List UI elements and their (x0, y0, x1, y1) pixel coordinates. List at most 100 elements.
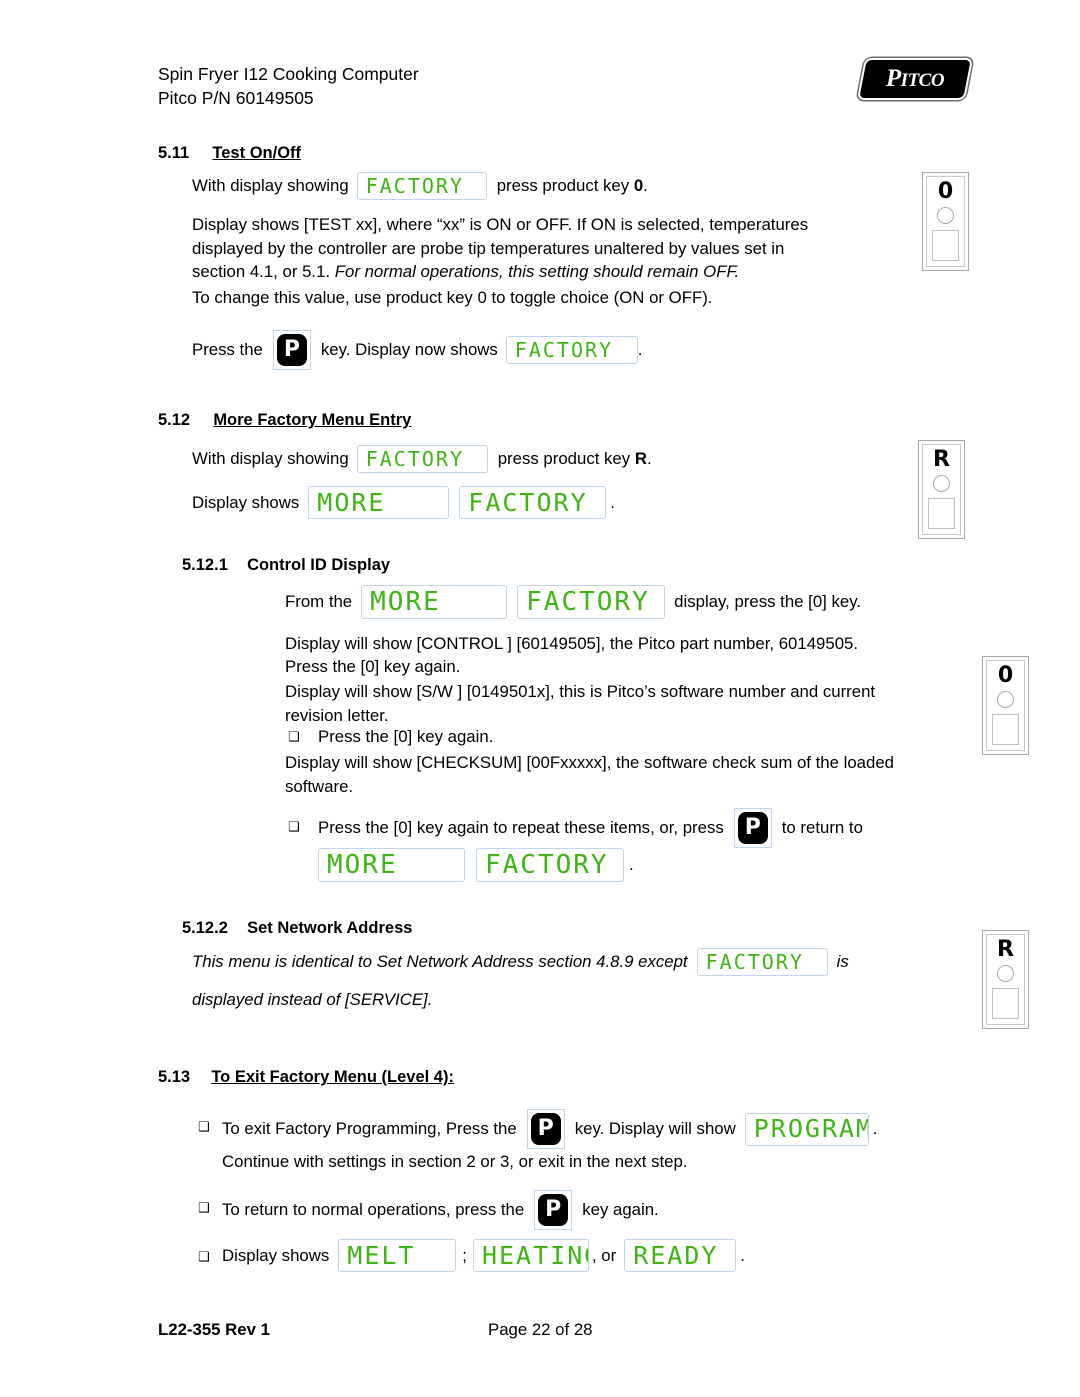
footer-document-id: L22-355 Rev 1 (158, 1320, 270, 1339)
footer-page-number: Page 22 of 28 (488, 1320, 593, 1339)
document-page: Spin Fryer I12 Cooking Computer Pitco P/… (0, 0, 1080, 1397)
led-display-more: MORE (361, 585, 508, 619)
p-key-button[interactable]: P (534, 1190, 573, 1230)
heading-5-13: 5.13 To Exit Factory Menu (Level 4): (158, 1068, 454, 1087)
heading-5-13-title: To Exit Factory Menu (Level 4): (211, 1068, 454, 1086)
bullet-icon: ❑ (198, 1120, 210, 1135)
product-key-illustration-0[interactable]: 0 (982, 656, 1029, 755)
s513-paragraph-1: Continue with settings in section 2 or 3… (222, 1152, 688, 1171)
s513-bullet-3: Display shows MELT ; HEATING , or READY … (222, 1239, 745, 1272)
s5121-bullet-1-text: Press the [0] key again. (318, 727, 494, 746)
product-key-illustration-r[interactable]: R (918, 440, 965, 539)
bullet-icon: ❑ (198, 1201, 210, 1216)
p-key-button[interactable]: P (272, 330, 311, 370)
led-display-factory: FACTORY (505, 336, 638, 364)
p-key-label: P (276, 334, 307, 366)
product-key-led-icon (933, 475, 950, 492)
led-display-factory: FACTORY (459, 486, 607, 519)
s511-p4-mid: key. Display now shows (320, 340, 498, 359)
product-key-inner: 0 (986, 660, 1025, 751)
heading-5-12-title: More Factory Menu Entry (213, 411, 412, 429)
s5121-p6-after: . (629, 855, 634, 874)
s5121-paragraph-1: From the MORE FACTORY display, press the… (285, 585, 861, 619)
product-key-slot (932, 230, 959, 261)
led-display-factory: FACTORY (696, 948, 828, 976)
s5122-p1-before: This menu is identical to Set Network Ad… (192, 952, 688, 971)
product-key-label: R (997, 937, 1014, 962)
p-key-label: P (538, 1194, 569, 1226)
p-key-label: P (737, 812, 768, 844)
s5121-paragraph-2: Display will show [CONTROL ] [60149505],… (285, 634, 859, 653)
bullet-icon: ❑ (288, 730, 300, 745)
s513-bullet-1: To exit Factory Programming, Press the P… (222, 1109, 877, 1149)
s512-paragraph-1: With display showing FACTORY press produ… (192, 445, 652, 473)
s5121-b2-after: to return to (781, 818, 863, 837)
product-key-illustration-0[interactable]: 0 (922, 172, 969, 271)
led-display-factory: FACTORY (476, 848, 624, 882)
product-key-inner: 0 (926, 176, 965, 267)
s5121-p1-before: From the (285, 592, 353, 611)
s512-p2-before: Display shows (192, 492, 300, 512)
s511-p2-line1: Display shows [TEST xx], where “xx” is O… (192, 215, 809, 234)
s5121-paragraph-3: Press the [0] key again. (285, 657, 461, 676)
product-key-led-icon (937, 207, 954, 224)
s511-paragraph-1: With display showing FACTORY press produ… (192, 172, 648, 200)
s5121-bullet-2: Press the [0] key again to repeat these … (318, 808, 863, 848)
s5122-p1-after: is (836, 952, 849, 971)
p-key-button[interactable]: P (733, 808, 772, 848)
led-display-factory: FACTORY (517, 585, 666, 619)
s5122-paragraph-2: displayed instead of [SERVICE]. (192, 990, 433, 1009)
led-display-factory: FACTORY (356, 172, 487, 200)
heading-5-12-2-number: 5.12.2 (182, 919, 228, 937)
s513-b3-sep1: ; (462, 1245, 467, 1265)
s511-p1-before: With display showing (192, 176, 349, 195)
s5121-paragraph-6: MORE FACTORY . (318, 848, 634, 882)
p-key-label: P (530, 1113, 561, 1145)
s511-paragraph-3: To change this value, use product key 0 … (192, 288, 713, 307)
product-key-slot (992, 988, 1019, 1019)
s512-p2-after: . (610, 492, 615, 512)
heading-5-12-2: 5.12.2 Set Network Address (182, 919, 412, 938)
s513-b2-before: To return to normal operations, press th… (222, 1200, 525, 1219)
product-key-inner: R (922, 444, 961, 535)
pitco-logo: PITCO (859, 60, 971, 98)
led-display-factory: FACTORY (356, 445, 488, 473)
s5121-p4-line2: revision letter. (285, 705, 389, 725)
led-display-program: PROGRAM (744, 1112, 869, 1146)
s511-p4-after: . (637, 340, 643, 359)
led-display-melt: MELT (338, 1239, 457, 1272)
product-key-inner: R (986, 934, 1025, 1025)
p-key-button[interactable]: P (526, 1109, 565, 1149)
s511-p1-after: press product key 0. (496, 176, 648, 195)
s5121-p5-line2: software. (285, 776, 354, 796)
s511-paragraph-2: Display shows [TEST xx], where “xx” is O… (192, 213, 808, 284)
s512-p1-before: With display showing (192, 449, 349, 468)
document-header: Spin Fryer I12 Cooking Computer Pitco P/… (158, 62, 419, 110)
s5121-paragraph-4: Display will show [S/W ] [0149501x], thi… (285, 680, 875, 727)
product-key-illustration-r[interactable]: R (982, 930, 1029, 1029)
heading-5-12-1-number: 5.12.1 (182, 556, 228, 574)
product-key-led-icon (997, 965, 1014, 982)
s5121-b2-before: Press the [0] key again to repeat these … (318, 818, 724, 837)
s511-p2-line2: displayed by the controller are probe ti… (192, 238, 785, 258)
bullet-icon: ❑ (198, 1250, 210, 1265)
led-display-more: MORE (318, 848, 465, 882)
s5122-paragraph-1: This menu is identical to Set Network Ad… (192, 948, 849, 976)
s513-b1-before: To exit Factory Programming, Press the (222, 1119, 517, 1138)
s512-paragraph-2: Display shows MORE FACTORY . (192, 486, 615, 519)
product-key-label: R (933, 447, 950, 472)
s511-paragraph-4: Press the P key. Display now shows FACTO… (192, 330, 642, 370)
s511-p2-line3: section 4.1, or 5.1. For normal operatio… (192, 262, 740, 281)
product-key-slot (928, 498, 955, 529)
s513-b3-sep2: , or (591, 1245, 617, 1265)
s513-bullet-2: To return to normal operations, press th… (222, 1190, 659, 1230)
s512-p1-after: press product key R. (497, 449, 652, 468)
heading-5-12-number: 5.12 (158, 411, 191, 429)
product-key-slot (992, 714, 1019, 745)
heading-5-12-2-title: Set Network Address (247, 919, 413, 937)
led-display-heating: HEATING (472, 1239, 589, 1272)
heading-5-11-number: 5.11 (158, 144, 190, 162)
heading-5-12-1-title: Control ID Display (247, 556, 391, 574)
s5121-p1-after: display, press the [0] key. (674, 592, 862, 611)
s511-p4-before: Press the (192, 340, 263, 359)
